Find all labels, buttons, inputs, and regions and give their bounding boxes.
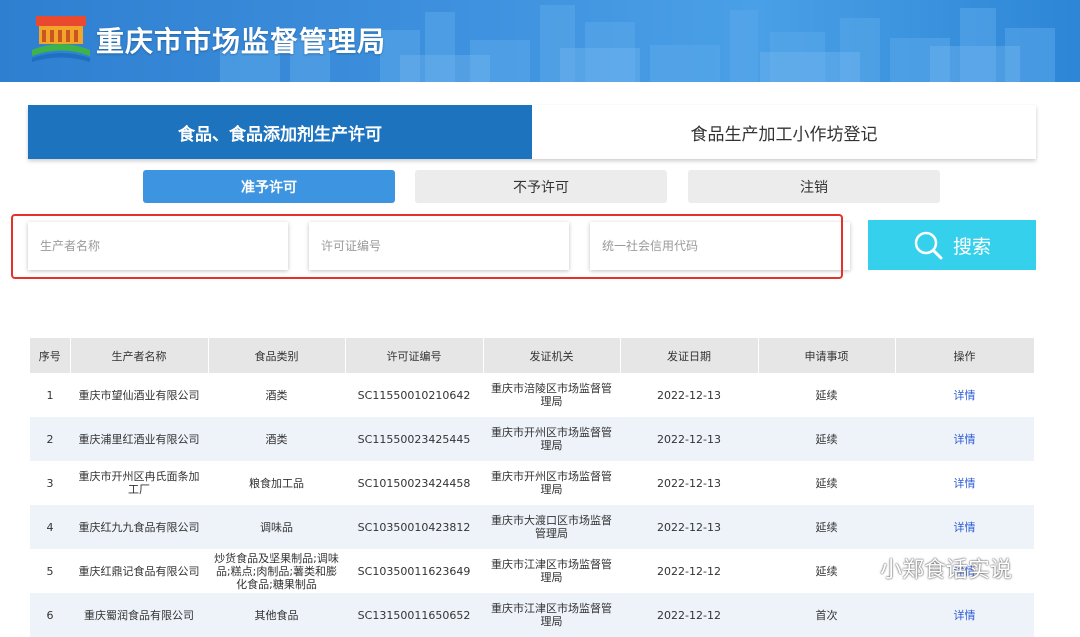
tab-workshop-registration[interactable]: 食品生产加工小作坊登记 [532, 105, 1036, 159]
cell-license: SC11550010210642 [345, 373, 483, 417]
subtab-cancelled[interactable]: 注销 [688, 170, 940, 203]
cell-date: 2022-12-13 [620, 417, 758, 461]
cell-date: 2022-12-13 [620, 461, 758, 505]
table-header-row: 序号 生产者名称 食品类别 许可证编号 发证机关 发证日期 申请事项 操作 [30, 338, 1035, 373]
cell-action[interactable]: 详情 [895, 373, 1034, 417]
col-header-index: 序号 [30, 338, 71, 373]
cell-application: 延续 [758, 373, 895, 417]
col-header-license: 许可证编号 [345, 338, 484, 373]
main-tab-bar: 食品、食品添加剂生产许可 食品生产加工小作坊登记 [28, 105, 1036, 159]
header-banner: 重庆市市场监督管理局 [0, 0, 1080, 82]
cell-category: 炒货食品及坚果制品;调味品;糕点;肉制品;薯类和膨化食品;糖果制品 [208, 549, 345, 593]
cell-license: SC11550023425445 [345, 417, 483, 461]
col-header-application: 申请事项 [758, 338, 896, 373]
subtab-rejected[interactable]: 不予许可 [415, 170, 667, 203]
cell-authority: 重庆市涪陵区市场监督管理局 [483, 373, 620, 417]
wechat-icon [843, 555, 874, 580]
col-header-authority: 发证机关 [483, 338, 621, 373]
cell-date: 2022-12-13 [620, 373, 758, 417]
cell-authority: 重庆市江津区市场监督管理局 [483, 549, 620, 593]
table-row: 2 重庆浦里红酒业有限公司 酒类 SC11550023425445 重庆市开州区市场监督… [30, 417, 1034, 461]
cell-category: 粮食加工品 [208, 461, 345, 505]
table-row: 6 重庆蜀润食品有限公司 其他食品 SC13150011650652 重庆市江津区市场监… [30, 593, 1034, 637]
cell-category: 调味品 [208, 505, 345, 549]
cell-producer: 重庆红九九食品有限公司 [70, 505, 208, 549]
cell-producer: 重庆市开州区冉氏面条加工厂 [70, 461, 208, 505]
col-header-action: 操作 [895, 338, 1035, 373]
cell-producer: 重庆蜀润食品有限公司 [70, 593, 208, 637]
cell-index: 5 [30, 549, 70, 593]
license-number-input[interactable] [309, 222, 569, 270]
cell-action[interactable]: 详情 [895, 505, 1034, 549]
cell-index: 6 [30, 593, 70, 637]
tab-production-license[interactable]: 食品、食品添加剂生产许可 [28, 105, 532, 159]
cell-date: 2022-12-12 [620, 593, 758, 637]
table-row: 4 重庆红九九食品有限公司 调味品 SC10350010423812 重庆市大渡口区市场… [30, 505, 1034, 549]
cell-application: 延续 [758, 417, 895, 461]
watermark: 小郑食话实说 [842, 552, 1012, 584]
cell-index: 2 [30, 417, 70, 461]
results-table-container: 序号 生产者名称 食品类别 许可证编号 发证机关 发证日期 申请事项 操作 1重… [30, 338, 1035, 637]
producer-name-input[interactable] [28, 222, 288, 270]
bureau-logo [32, 16, 90, 62]
cell-action[interactable]: 详情 [895, 461, 1034, 505]
cell-authority: 重庆市开州区市场监督管理局 [483, 417, 620, 461]
cell-license: SC13150011650652 [345, 593, 483, 637]
cell-index: 3 [30, 461, 70, 505]
watermark-text: 小郑食话实说 [880, 558, 1013, 583]
search-button[interactable]: 搜索 [868, 220, 1036, 270]
site-title: 重庆市市场监督管理局 [96, 25, 387, 58]
cell-authority: 重庆市开州区市场监督管理局 [483, 461, 620, 505]
cell-license: SC10350010423812 [345, 505, 483, 549]
col-header-category: 食品类别 [208, 338, 346, 373]
results-table: 序号 生产者名称 食品类别 许可证编号 发证机关 发证日期 申请事项 操作 1重… [30, 338, 1035, 637]
cell-action[interactable]: 详情 [895, 417, 1034, 461]
cell-index: 4 [30, 505, 70, 549]
table-row: 3 重庆市开州区冉氏面条加工厂 粮食加工品 SC10150023424458 重庆市开州… [30, 461, 1034, 505]
cell-application: 延续 [758, 461, 895, 505]
subtab-approved[interactable]: 准予许可 [143, 170, 395, 203]
cell-license: SC10350011623649 [345, 549, 483, 593]
credit-code-input[interactable] [590, 222, 850, 270]
cell-authority: 重庆市江津区市场监督管理局 [483, 593, 620, 637]
table-row: 1 重庆市望仙酒业有限公司 酒类 SC11550010210642 重庆市涪陵区市场监督… [30, 373, 1034, 417]
cell-action[interactable]: 详情 [895, 593, 1034, 637]
cell-date: 2022-12-12 [620, 549, 758, 593]
cell-category: 酒类 [208, 373, 345, 417]
col-header-producer: 生产者名称 [70, 338, 209, 373]
search-button-label: 搜索 [952, 235, 991, 258]
cell-application: 首次 [758, 593, 895, 637]
cell-license: SC10150023424458 [345, 461, 483, 505]
cell-producer: 重庆红鼎记食品有限公司 [70, 549, 208, 593]
cell-producer: 重庆浦里红酒业有限公司 [70, 417, 208, 461]
search-icon [914, 231, 943, 260]
cell-index: 1 [30, 373, 70, 417]
col-header-date: 发证日期 [620, 338, 759, 373]
cell-date: 2022-12-13 [620, 505, 758, 549]
cell-producer: 重庆市望仙酒业有限公司 [70, 373, 208, 417]
cell-authority: 重庆市大渡口区市场监督管理局 [483, 505, 620, 549]
cell-category: 其他食品 [208, 593, 345, 637]
cell-application: 延续 [758, 505, 895, 549]
cell-category: 酒类 [208, 417, 345, 461]
